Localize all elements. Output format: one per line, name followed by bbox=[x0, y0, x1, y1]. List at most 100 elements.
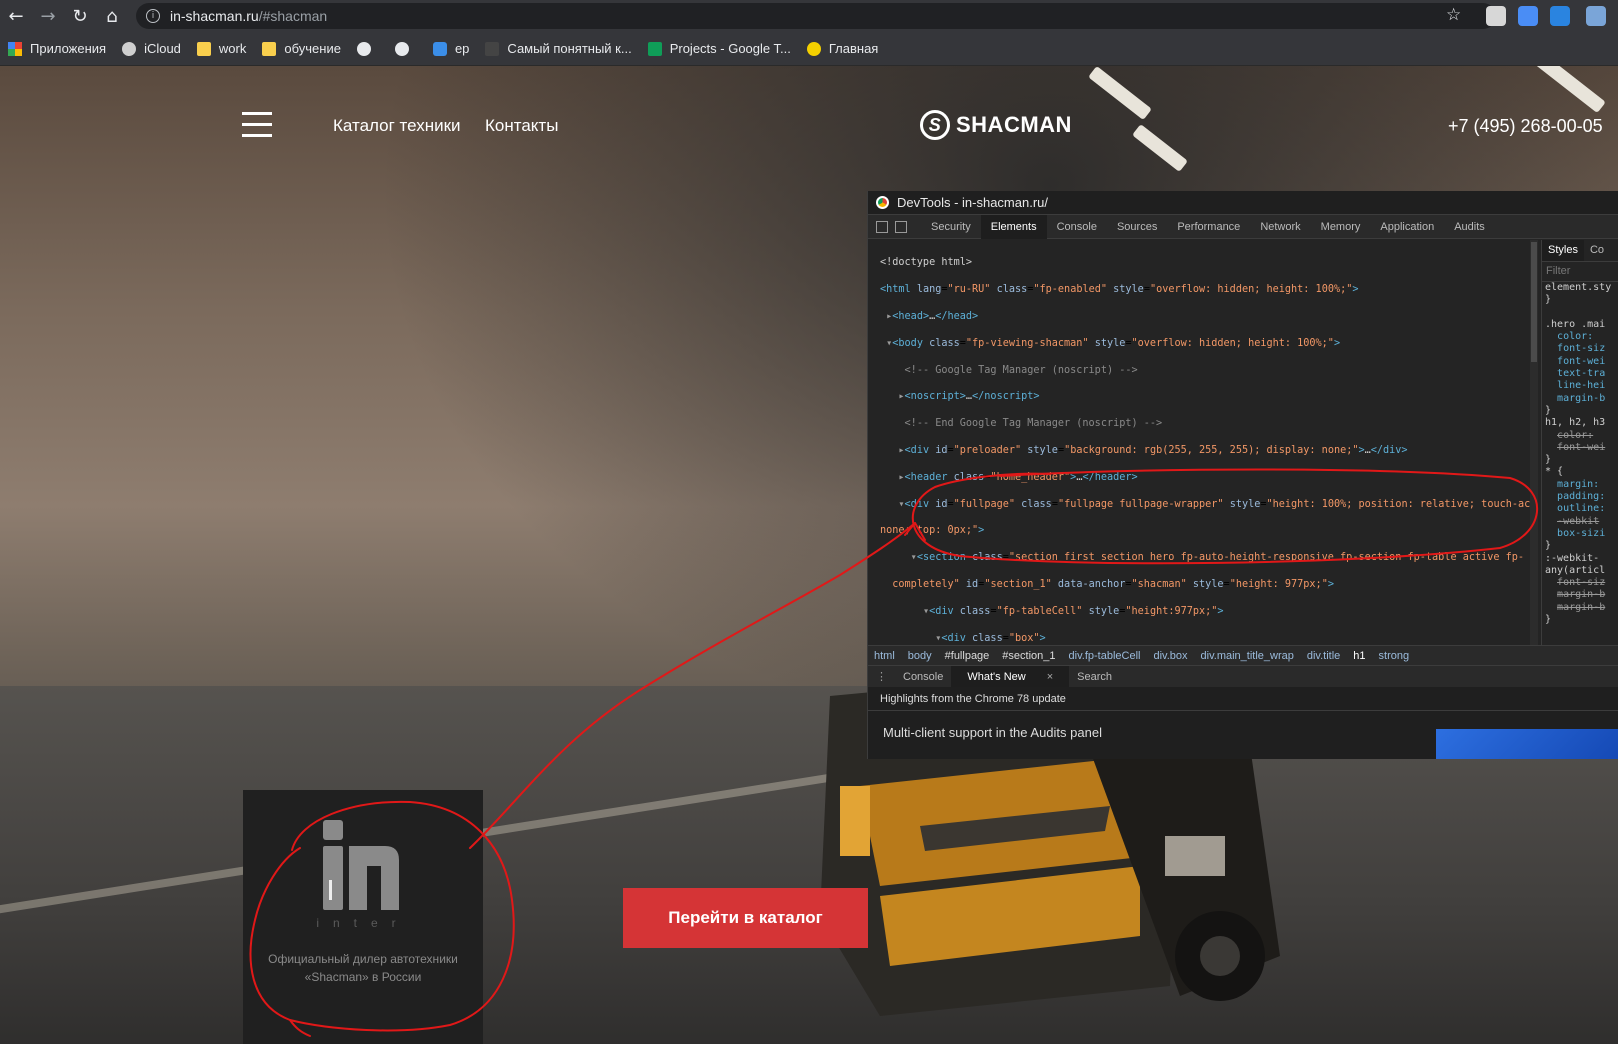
tab-application[interactable]: Application bbox=[1370, 215, 1444, 239]
dom-node[interactable]: ▾<div class="box"> bbox=[880, 632, 1538, 645]
close-icon[interactable]: × bbox=[1039, 666, 1061, 688]
device-toolbar-icon[interactable] bbox=[895, 220, 907, 233]
bookmark-main[interactable]: Главная bbox=[806, 41, 879, 56]
breadcrumb-item[interactable]: body bbox=[908, 650, 932, 662]
elements-scrollbar[interactable] bbox=[1530, 240, 1538, 645]
styles-tabs: Styles Co bbox=[1542, 240, 1618, 262]
site-icon bbox=[806, 41, 821, 56]
bookmark-projects[interactable]: Projects - Google T... bbox=[647, 41, 791, 56]
forward-icon[interactable]: → bbox=[32, 0, 64, 32]
dom-tree[interactable]: <!doctype html> <html lang="ru-RU" class… bbox=[868, 240, 1538, 645]
site-icon bbox=[485, 41, 500, 56]
tab-elements[interactable]: Elements bbox=[980, 214, 1047, 239]
bookmark-label: обучение bbox=[284, 41, 341, 56]
breadcrumb-item[interactable]: div.box bbox=[1153, 650, 1187, 662]
style-line: outline: bbox=[1557, 503, 1606, 515]
dom-node[interactable]: ▸<header class="home_header">…</header> bbox=[880, 471, 1538, 484]
drawer-tab-search[interactable]: Search bbox=[1069, 666, 1120, 688]
breadcrumb-item[interactable]: div.fp-tableCell bbox=[1069, 650, 1141, 662]
dom-node[interactable]: ▸<head>…</head> bbox=[880, 310, 1538, 323]
dom-node[interactable]: ▸<noscript>…</noscript> bbox=[880, 390, 1538, 403]
inspect-element-icon[interactable] bbox=[876, 220, 888, 233]
dom-node[interactable]: ▾<section class="section first_section h… bbox=[880, 551, 1538, 564]
tab-styles[interactable]: Styles bbox=[1542, 240, 1584, 261]
nav-contacts-link[interactable]: Контакты bbox=[485, 116, 558, 136]
bookmark-star-icon[interactable]: ☆ bbox=[1446, 5, 1461, 25]
go-to-catalog-button[interactable]: Перейти в каталог bbox=[623, 888, 868, 948]
breadcrumb-item[interactable]: strong bbox=[1379, 650, 1410, 662]
tab-security[interactable]: Security bbox=[921, 215, 981, 239]
cloud-extension-icon[interactable] bbox=[1518, 6, 1538, 26]
bookmark-globe-2[interactable] bbox=[394, 41, 417, 56]
tab-console[interactable]: Console bbox=[1047, 215, 1107, 239]
dom-node[interactable]: ▾<div id="fullpage" class="fullpage full… bbox=[880, 498, 1538, 511]
style-line: margin: bbox=[1557, 478, 1600, 490]
bookmark-globe-1[interactable] bbox=[356, 41, 379, 56]
bookmark-work[interactable]: work bbox=[196, 41, 247, 56]
shacman-logo[interactable]: S SHACMAN bbox=[920, 110, 1072, 140]
scrollbar-thumb[interactable] bbox=[1531, 242, 1537, 362]
dom-node[interactable]: <!-- End Google Tag Manager (noscript) -… bbox=[880, 417, 1538, 430]
nav-catalog-link[interactable]: Каталог техники bbox=[333, 116, 461, 136]
tab-performance[interactable]: Performance bbox=[1167, 215, 1250, 239]
dom-node[interactable]: completely" id="section_1" data-anchor="… bbox=[880, 578, 1538, 591]
breadcrumb-item[interactable]: #section_1 bbox=[1002, 650, 1055, 662]
url-path: /#shacman bbox=[258, 8, 328, 24]
bookmark-understandable[interactable]: Самый понятный к... bbox=[485, 41, 632, 56]
bookmark-apps[interactable]: Приложения bbox=[8, 41, 106, 56]
tab-network[interactable]: Network bbox=[1250, 215, 1310, 239]
phone-number[interactable]: +7 (495) 268-00-05 bbox=[1448, 116, 1603, 137]
elements-panel[interactable]: <!doctype html> <html lang="ru-RU" class… bbox=[868, 240, 1538, 645]
breadcrumb-item-current[interactable]: h1 bbox=[1353, 650, 1365, 662]
home-icon[interactable]: ⌂ bbox=[96, 0, 128, 32]
bookmark-learning[interactable]: обучение bbox=[262, 41, 341, 56]
drawer-tabs: ⋮ Console What's New × Search bbox=[868, 665, 1618, 688]
bookmark-ep[interactable]: ep bbox=[432, 41, 469, 56]
bookmark-label: Главная bbox=[828, 41, 879, 56]
menu-hamburger-icon[interactable] bbox=[242, 112, 272, 138]
style-line: color: bbox=[1557, 429, 1594, 441]
dom-node[interactable]: <!doctype html> bbox=[880, 256, 1538, 269]
breadcrumb-item[interactable]: html bbox=[874, 650, 895, 662]
drawer-tab-console[interactable]: Console bbox=[895, 666, 951, 688]
address-bar[interactable]: i in-shacman.ru/#shacman bbox=[136, 3, 1496, 29]
dom-node[interactable]: ▸<div id="preloader" style="background: … bbox=[880, 444, 1538, 457]
drawer-item[interactable]: Multi-client support in the Audits panel bbox=[883, 725, 1102, 740]
style-line: line-hei bbox=[1557, 380, 1606, 392]
tab-memory[interactable]: Memory bbox=[1311, 215, 1371, 239]
drawer-menu-icon[interactable]: ⋮ bbox=[868, 666, 895, 688]
dom-node[interactable]: none; top: 0px;"> bbox=[880, 524, 1538, 537]
breadcrumb-item[interactable]: div.title bbox=[1307, 650, 1340, 662]
bookmark-label: Приложения bbox=[30, 41, 107, 56]
style-line: .hero .mai bbox=[1545, 318, 1606, 330]
title-box: inter Официальный дилер автотехники «Sha… bbox=[243, 790, 483, 1044]
dom-node[interactable]: <html lang="ru-RU" class="fp-enabled" st… bbox=[880, 283, 1538, 296]
style-line: -webkit bbox=[1557, 515, 1600, 527]
drawer-tab-whats-new[interactable]: What's New × bbox=[951, 665, 1070, 688]
google-sheets-icon bbox=[647, 41, 662, 56]
dom-node[interactable]: ▾<body class="fp-viewing-shacman" style=… bbox=[880, 337, 1538, 350]
bookmark-icloud[interactable]: iCloud bbox=[122, 41, 181, 56]
ceiling-light bbox=[1088, 66, 1152, 121]
dom-node[interactable]: ▾<div class="fp-tableCell" style="height… bbox=[880, 605, 1538, 618]
drawer-thumbnail bbox=[1436, 729, 1618, 759]
breadcrumb-item[interactable]: #fullpage bbox=[945, 650, 990, 662]
extension-icon[interactable] bbox=[1586, 6, 1606, 26]
style-line: * { bbox=[1545, 466, 1564, 478]
styles-pane[interactable]: Styles Co Filter element.sty } .hero .ma… bbox=[1541, 240, 1618, 645]
style-line: margin-b bbox=[1557, 392, 1606, 404]
bookmark-label: work bbox=[218, 41, 247, 56]
bookmark-label: Самый понятный к... bbox=[507, 41, 632, 56]
tab-computed[interactable]: Co bbox=[1584, 240, 1610, 261]
breadcrumb-item[interactable]: div.main_title_wrap bbox=[1201, 650, 1294, 662]
tab-audits[interactable]: Audits bbox=[1444, 215, 1495, 239]
info-icon[interactable]: i bbox=[146, 9, 160, 23]
back-icon[interactable]: ← bbox=[0, 0, 32, 32]
style-line: font-siz bbox=[1557, 577, 1606, 589]
styles-filter-input[interactable]: Filter bbox=[1542, 262, 1618, 282]
dom-node[interactable]: <!-- Google Tag Manager (noscript) --> bbox=[880, 364, 1538, 377]
tab-sources[interactable]: Sources bbox=[1107, 215, 1167, 239]
skype-extension-icon[interactable] bbox=[1550, 6, 1570, 26]
reload-icon[interactable]: ↻ bbox=[64, 0, 96, 32]
extension-icon[interactable] bbox=[1486, 6, 1506, 26]
